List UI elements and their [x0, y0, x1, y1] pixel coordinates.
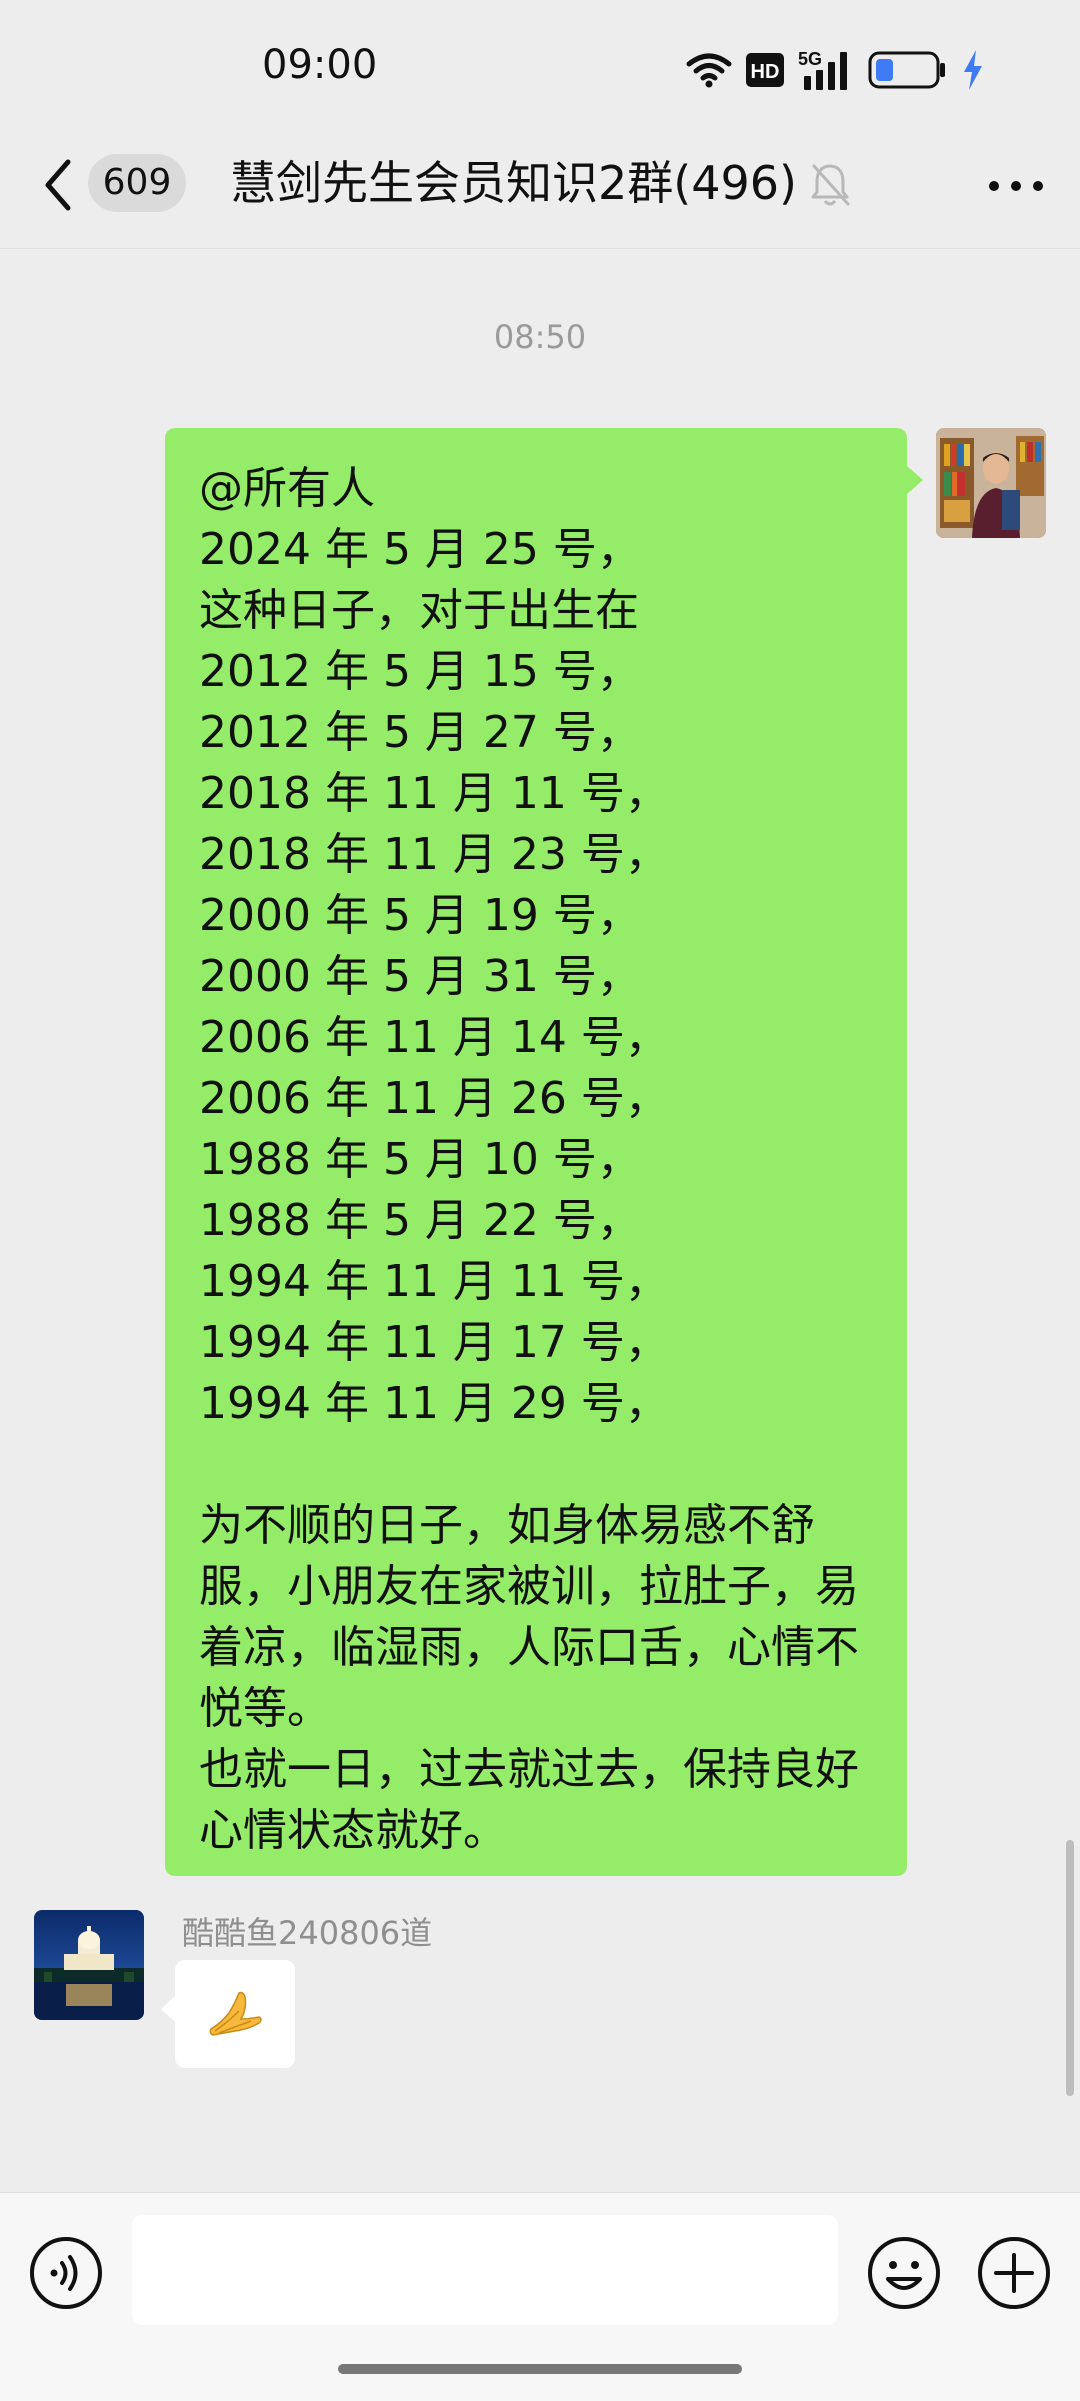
charging-icon	[964, 50, 982, 90]
message-line: @所有人	[199, 463, 375, 514]
message-line	[199, 1434, 873, 1495]
chat-scrollbar[interactable]	[1066, 1840, 1074, 2096]
battery-icon	[868, 51, 945, 89]
chat-title[interactable]: 慧剑先生会员知识2群(496)	[230, 152, 797, 214]
wifi-icon	[686, 53, 732, 88]
message-line: 2006 年 11 月 14 号，	[199, 1012, 669, 1063]
message-line: 1994 年 11 月 11 号，	[199, 1256, 669, 1307]
home-indicator[interactable]	[338, 2364, 742, 2374]
hd-icon: HD	[746, 53, 784, 87]
received-message-bubble[interactable]	[161, 1960, 295, 2068]
message-line: 着凉，临湿雨，人际口舌，心情不	[199, 1622, 859, 1673]
message-line: 2024 年 5 月 25 号，	[199, 524, 641, 575]
message-line: 2006 年 11 月 26 号，	[199, 1073, 669, 1124]
message-line: 心情状态就好。	[199, 1805, 507, 1856]
message-line: 1994 年 11 月 17 号，	[199, 1317, 669, 1368]
status-time: 09:00	[262, 42, 378, 88]
emoji-icon[interactable]	[866, 2235, 942, 2311]
status-bar: 09:00 HD 5G	[0, 0, 1080, 130]
status-icons: HD 5G	[686, 48, 984, 92]
message-line: 这种日子，对于出生在	[199, 585, 639, 636]
signal-5g-icon: 5G	[798, 49, 847, 90]
sender-avatar[interactable]	[34, 1910, 144, 2020]
more-icon[interactable]	[988, 180, 1044, 192]
hd-label: HD	[751, 61, 780, 83]
network-label: 5G	[798, 49, 822, 69]
back-icon[interactable]	[36, 156, 84, 214]
mute-bell-icon	[811, 164, 850, 206]
message-timestamp: 08:50	[493, 318, 587, 356]
message-line: 2012 年 5 月 27 号，	[199, 707, 641, 758]
sender-name: 酷酷鱼240806道	[182, 1914, 433, 1952]
message-line: 服，小朋友在家被训，拉肚子，易	[199, 1561, 859, 1612]
message-text: @所有人 2024 年 5 月 25 号， 这种日子，对于出生在 2012 年 5 月…	[199, 458, 873, 1861]
message-line: 也就一日，过去就过去，保持良好	[199, 1744, 859, 1795]
voice-icon[interactable]	[28, 2235, 104, 2311]
sent-message-bubble[interactable]: @所有人 2024 年 5 月 25 号， 这种日子，对于出生在 2012 年 5 月…	[165, 428, 923, 1876]
self-avatar[interactable]	[936, 428, 1046, 538]
avatar-image	[34, 1910, 144, 2020]
message-line: 1988 年 5 月 10 号，	[199, 1134, 641, 1185]
chat-header: 609 慧剑先生会员知识2群(496)	[0, 130, 1080, 249]
avatar-image	[936, 428, 1046, 538]
plus-icon[interactable]	[976, 2235, 1052, 2311]
unread-count-badge[interactable]: 609	[88, 154, 186, 212]
message-line: 2000 年 5 月 19 号，	[199, 890, 641, 941]
message-line: 1988 年 5 月 22 号，	[199, 1195, 641, 1246]
message-input[interactable]	[132, 2215, 838, 2325]
folded-hands-icon	[175, 1960, 295, 2068]
message-line: 2018 年 11 月 11 号，	[199, 768, 669, 819]
message-line: 2000 年 5 月 31 号，	[199, 951, 641, 1002]
message-line: 1994 年 11 月 29 号，	[199, 1378, 669, 1429]
message-line: 2018 年 11 月 23 号，	[199, 829, 669, 880]
message-line: 为不顺的日子，如身体易感不舒	[199, 1500, 815, 1551]
message-line: 悦等。	[199, 1683, 331, 1734]
message-line: 2012 年 5 月 15 号，	[199, 646, 641, 697]
